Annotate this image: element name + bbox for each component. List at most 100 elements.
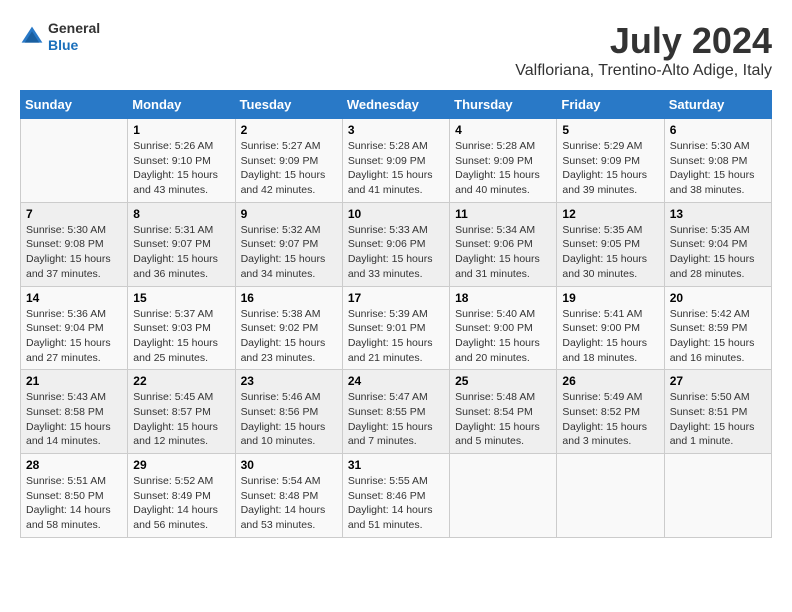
day-number: 5: [562, 123, 658, 137]
title-section: July 2024 Valfloriana, Trentino-Alto Adi…: [515, 20, 772, 80]
day-info: Sunrise: 5:50 AM Sunset: 8:51 PM Dayligh…: [670, 390, 766, 449]
calendar-cell: 10 Sunrise: 5:33 AM Sunset: 9:06 PM Dayli…: [342, 202, 449, 286]
day-info: Sunrise: 5:36 AM Sunset: 9:04 PM Dayligh…: [26, 307, 122, 366]
calendar-cell: 15Sunrise: 5:37 AM Sunset: 9:03 PM Dayli…: [128, 286, 235, 370]
calendar-cell: 6 Sunrise: 5:30 AM Sunset: 9:08 PM Daylig…: [664, 119, 771, 203]
day-number: 6: [670, 123, 766, 137]
day-info: Sunrise: 5:41 AM Sunset: 9:00 PM Dayligh…: [562, 307, 658, 366]
day-number: 9: [241, 207, 337, 221]
day-info: Sunrise: 5:47 AM Sunset: 8:55 PM Dayligh…: [348, 390, 444, 449]
calendar-cell: 3 Sunrise: 5:28 AM Sunset: 9:09 PM Daylig…: [342, 119, 449, 203]
calendar-subtitle: Valfloriana, Trentino-Alto Adige, Italy: [515, 62, 772, 80]
calendar-table: SundayMondayTuesdayWednesdayThursdayFrid…: [20, 90, 772, 538]
calendar-week-3: 14 Sunrise: 5:36 AM Sunset: 9:04 PM Dayli…: [21, 286, 772, 370]
calendar-cell: 26 Sunrise: 5:49 AM Sunset: 8:52 PM Dayli…: [557, 370, 664, 454]
day-number: 11: [455, 207, 551, 221]
calendar-cell: 12 Sunrise: 5:35 AM Sunset: 9:05 PM Dayli…: [557, 202, 664, 286]
day-number: 19: [562, 291, 658, 305]
day-info: Sunrise: 5:28 AM Sunset: 9:09 PM Dayligh…: [455, 139, 551, 198]
day-number: 4: [455, 123, 551, 137]
day-info: Sunrise: 5:48 AM Sunset: 8:54 PM Dayligh…: [455, 390, 551, 449]
calendar-cell: 9 Sunrise: 5:32 AM Sunset: 9:07 PM Daylig…: [235, 202, 342, 286]
calendar-cell: 20Sunrise: 5:42 AM Sunset: 8:59 PM Dayli…: [664, 286, 771, 370]
day-number: 12: [562, 207, 658, 221]
day-info: Sunrise: 5:52 AM Sunset: 8:49 PM Dayligh…: [133, 474, 229, 533]
day-number: 2: [241, 123, 337, 137]
logo-general-text: General: [48, 20, 100, 37]
day-info: Sunrise: 5:42 AM Sunset: 8:59 PM Dayligh…: [670, 307, 766, 366]
day-info: Sunrise: 5:49 AM Sunset: 8:52 PM Dayligh…: [562, 390, 658, 449]
calendar-cell: 2Sunrise: 5:27 AM Sunset: 9:09 PM Daylig…: [235, 119, 342, 203]
day-info: Sunrise: 5:34 AM Sunset: 9:06 PM Dayligh…: [455, 223, 551, 282]
day-info: Sunrise: 5:43 AM Sunset: 8:58 PM Dayligh…: [26, 390, 122, 449]
day-number: 28: [26, 458, 122, 472]
day-info: Sunrise: 5:28 AM Sunset: 9:09 PM Dayligh…: [348, 139, 444, 198]
day-info: Sunrise: 5:54 AM Sunset: 8:48 PM Dayligh…: [241, 474, 337, 533]
day-number: 17: [348, 291, 444, 305]
day-number: 1: [133, 123, 229, 137]
day-number: 24: [348, 374, 444, 388]
day-number: 3: [348, 123, 444, 137]
calendar-cell: [450, 454, 557, 538]
calendar-week-1: 1 Sunrise: 5:26 AM Sunset: 9:10 PM Daylig…: [21, 119, 772, 203]
day-number: 15: [133, 291, 229, 305]
day-number: 22: [133, 374, 229, 388]
day-number: 16: [241, 291, 337, 305]
calendar-cell: 5Sunrise: 5:29 AM Sunset: 9:09 PM Daylig…: [557, 119, 664, 203]
day-info: Sunrise: 5:31 AM Sunset: 9:07 PM Dayligh…: [133, 223, 229, 282]
day-info: Sunrise: 5:38 AM Sunset: 9:02 PM Dayligh…: [241, 307, 337, 366]
header-wednesday: Wednesday: [342, 91, 449, 119]
calendar-cell: 21 Sunrise: 5:43 AM Sunset: 8:58 PM Dayli…: [21, 370, 128, 454]
day-number: 26: [562, 374, 658, 388]
calendar-cell: [21, 119, 128, 203]
header-thursday: Thursday: [450, 91, 557, 119]
logo-icon: [20, 25, 44, 49]
calendar-title: July 2024: [515, 20, 772, 62]
header: General Blue July 2024 Valfloriana, Tren…: [20, 20, 772, 80]
calendar-cell: 24 Sunrise: 5:47 AM Sunset: 8:55 PM Dayli…: [342, 370, 449, 454]
day-number: 18: [455, 291, 551, 305]
calendar-cell: 23Sunrise: 5:46 AM Sunset: 8:56 PM Dayli…: [235, 370, 342, 454]
calendar-cell: 22Sunrise: 5:45 AM Sunset: 8:57 PM Dayli…: [128, 370, 235, 454]
calendar-cell: 19 Sunrise: 5:41 AM Sunset: 9:00 PM Dayli…: [557, 286, 664, 370]
day-info: Sunrise: 5:51 AM Sunset: 8:50 PM Dayligh…: [26, 474, 122, 533]
day-info: Sunrise: 5:55 AM Sunset: 8:46 PM Dayligh…: [348, 474, 444, 533]
logo: General Blue: [20, 20, 100, 54]
calendar-cell: 8 Sunrise: 5:31 AM Sunset: 9:07 PM Daylig…: [128, 202, 235, 286]
calendar-cell: 1 Sunrise: 5:26 AM Sunset: 9:10 PM Daylig…: [128, 119, 235, 203]
day-number: 21: [26, 374, 122, 388]
calendar-cell: [557, 454, 664, 538]
day-info: Sunrise: 5:35 AM Sunset: 9:05 PM Dayligh…: [562, 223, 658, 282]
day-info: Sunrise: 5:35 AM Sunset: 9:04 PM Dayligh…: [670, 223, 766, 282]
calendar-week-4: 21 Sunrise: 5:43 AM Sunset: 8:58 PM Dayli…: [21, 370, 772, 454]
calendar-cell: [664, 454, 771, 538]
calendar-cell: 18 Sunrise: 5:40 AM Sunset: 9:00 PM Dayli…: [450, 286, 557, 370]
day-info: Sunrise: 5:30 AM Sunset: 9:08 PM Dayligh…: [26, 223, 122, 282]
day-number: 8: [133, 207, 229, 221]
calendar-cell: 25Sunrise: 5:48 AM Sunset: 8:54 PM Dayli…: [450, 370, 557, 454]
calendar-cell: 30 Sunrise: 5:54 AM Sunset: 8:48 PM Dayli…: [235, 454, 342, 538]
day-number: 14: [26, 291, 122, 305]
day-info: Sunrise: 5:33 AM Sunset: 9:06 PM Dayligh…: [348, 223, 444, 282]
day-info: Sunrise: 5:32 AM Sunset: 9:07 PM Dayligh…: [241, 223, 337, 282]
day-number: 30: [241, 458, 337, 472]
header-tuesday: Tuesday: [235, 91, 342, 119]
calendar-cell: 13Sunrise: 5:35 AM Sunset: 9:04 PM Dayli…: [664, 202, 771, 286]
calendar-cell: 17Sunrise: 5:39 AM Sunset: 9:01 PM Dayli…: [342, 286, 449, 370]
day-number: 23: [241, 374, 337, 388]
calendar-header-row: SundayMondayTuesdayWednesdayThursdayFrid…: [21, 91, 772, 119]
day-number: 7: [26, 207, 122, 221]
day-info: Sunrise: 5:26 AM Sunset: 9:10 PM Dayligh…: [133, 139, 229, 198]
calendar-cell: 14 Sunrise: 5:36 AM Sunset: 9:04 PM Dayli…: [21, 286, 128, 370]
header-sunday: Sunday: [21, 91, 128, 119]
day-info: Sunrise: 5:40 AM Sunset: 9:00 PM Dayligh…: [455, 307, 551, 366]
header-friday: Friday: [557, 91, 664, 119]
day-number: 27: [670, 374, 766, 388]
day-info: Sunrise: 5:30 AM Sunset: 9:08 PM Dayligh…: [670, 139, 766, 198]
calendar-week-2: 7 Sunrise: 5:30 AM Sunset: 9:08 PM Daylig…: [21, 202, 772, 286]
day-number: 10: [348, 207, 444, 221]
calendar-cell: 11 Sunrise: 5:34 AM Sunset: 9:06 PM Dayli…: [450, 202, 557, 286]
calendar-cell: 7 Sunrise: 5:30 AM Sunset: 9:08 PM Daylig…: [21, 202, 128, 286]
header-saturday: Saturday: [664, 91, 771, 119]
calendar-week-5: 28 Sunrise: 5:51 AM Sunset: 8:50 PM Dayli…: [21, 454, 772, 538]
